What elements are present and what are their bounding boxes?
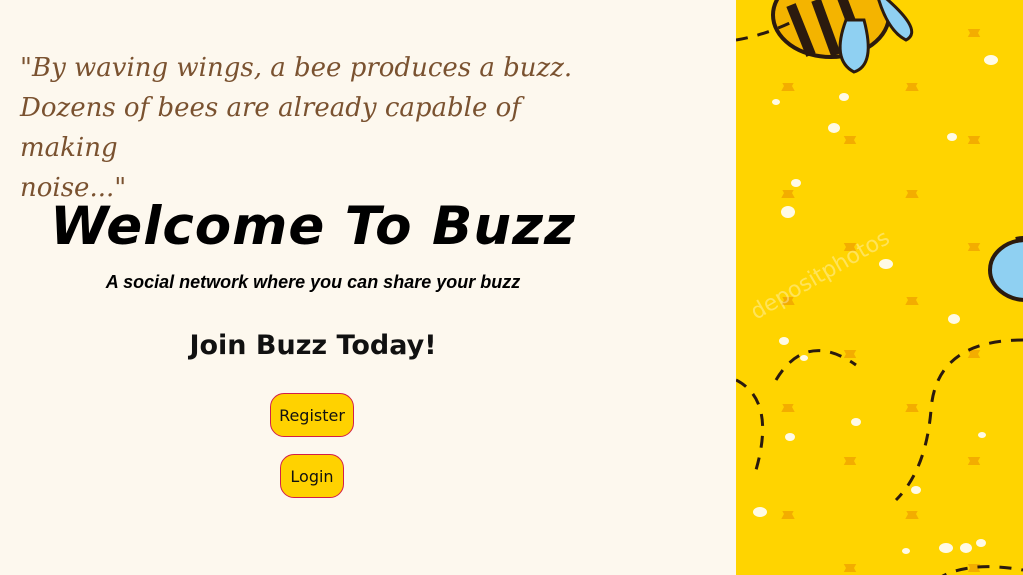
login-button[interactable]: Login (280, 454, 344, 498)
left-panel: "By waving wings, a bee produces a buzz.… (0, 0, 736, 575)
honeycomb-illustration: depositphotos (736, 0, 1023, 575)
quote-line-2: Dozens of bees are already capable of ma… (20, 93, 521, 163)
register-button[interactable]: Register (270, 393, 354, 437)
bee-quote: "By waving wings, a bee produces a buzz.… (20, 48, 580, 208)
tagline: A social network where you can share you… (105, 272, 521, 292)
join-heading: Join Buzz Today! (189, 330, 437, 361)
welcome-title: Welcome To Buzz (50, 196, 576, 257)
quote-line-1: "By waving wings, a bee produces a buzz. (20, 53, 573, 83)
honeycomb-bee-image: depositphotos (736, 0, 1023, 575)
